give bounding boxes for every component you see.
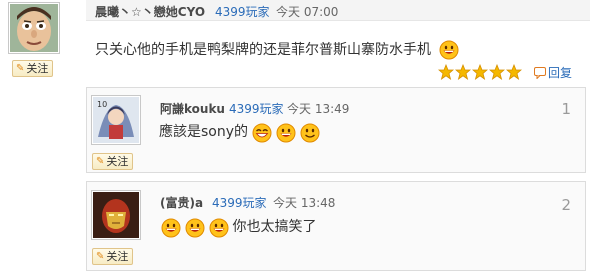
- reply-1-site-tag[interactable]: 4399玩家: [229, 100, 284, 117]
- reply-1-floor-number: 1: [561, 100, 571, 118]
- pencil-icon: ✎: [16, 63, 25, 74]
- reply-2-floor-number: 2: [561, 196, 571, 214]
- anime-avatar-image: 10: [93, 97, 139, 143]
- post-avatar[interactable]: [8, 2, 60, 54]
- grin-emoji-icon: [161, 218, 181, 237]
- reply-bubble-icon: [534, 66, 546, 79]
- reply-button[interactable]: 回复: [534, 64, 572, 81]
- star-icon: [455, 64, 471, 80]
- reply-1-follow-button[interactable]: ✎ 关注: [92, 153, 134, 170]
- reply-2-site-tag[interactable]: 4399玩家: [212, 194, 267, 211]
- grin-emoji-icon: [439, 40, 459, 60]
- reply-item-2: ✎ 关注 (富贵)a 4399玩家 今天 13:48 你也太搞笑了 2: [86, 181, 586, 271]
- star-icon: [472, 64, 488, 80]
- grin-emoji-icon: [185, 218, 205, 237]
- pencil-icon: ✎: [96, 156, 105, 167]
- post-follow-button[interactable]: ✎ 关注: [12, 60, 54, 77]
- reply-2-text: 你也太搞笑了: [232, 219, 317, 235]
- svg-text:10: 10: [97, 100, 107, 109]
- star-icon: [506, 64, 522, 80]
- smile-emoji-icon: [300, 123, 320, 142]
- reply-label: 回复: [548, 66, 573, 80]
- post-text: 只关心他的手机是鸭梨牌的还是菲尔普斯山寨防水手机: [95, 42, 431, 58]
- reply-1-username[interactable]: 阿謙kouku: [160, 100, 225, 117]
- reply-1-text: 應該是sony的: [159, 124, 249, 140]
- star-icon: [438, 64, 454, 80]
- post-site-tag[interactable]: 4399玩家: [215, 3, 270, 20]
- laugh-emoji-icon: [252, 123, 272, 142]
- mr-bean-avatar-image: [10, 4, 58, 52]
- armor-hero-avatar-image: [93, 192, 139, 238]
- reply-1-content: 應該是sony的: [159, 121, 320, 143]
- reply-2-avatar[interactable]: [91, 190, 141, 240]
- reply-2-username[interactable]: (富贵)a: [160, 194, 203, 211]
- post-content: 只关心他的手机是鸭梨牌的还是菲尔普斯山寨防水手机: [95, 39, 459, 60]
- reply-1-avatar[interactable]: 10: [91, 95, 141, 145]
- reply-2-time: 今天 13:48: [273, 196, 336, 210]
- reply-item-1: 10 ✎ 关注 阿謙kouku 4399玩家 今天 13:49 應該是sony的: [86, 87, 586, 173]
- pencil-icon: ✎: [96, 251, 105, 262]
- post-time: 今天 07:00: [276, 5, 339, 19]
- grin-emoji-icon: [276, 123, 296, 142]
- reply-2-follow-button[interactable]: ✎ 关注: [92, 248, 134, 265]
- reply-2-content: 你也太搞笑了: [161, 216, 316, 238]
- reply-1-time: 今天 13:49: [287, 102, 350, 116]
- reply-1-follow-label: 关注: [106, 155, 129, 168]
- rating-stars: [438, 64, 522, 80]
- reply-2-follow-label: 关注: [106, 250, 129, 263]
- grin-emoji-icon: [209, 218, 229, 237]
- post-follow-label: 关注: [26, 62, 49, 75]
- post-username[interactable]: 晨曦丶☆丶戀她CYO: [95, 3, 205, 20]
- star-icon: [489, 64, 505, 80]
